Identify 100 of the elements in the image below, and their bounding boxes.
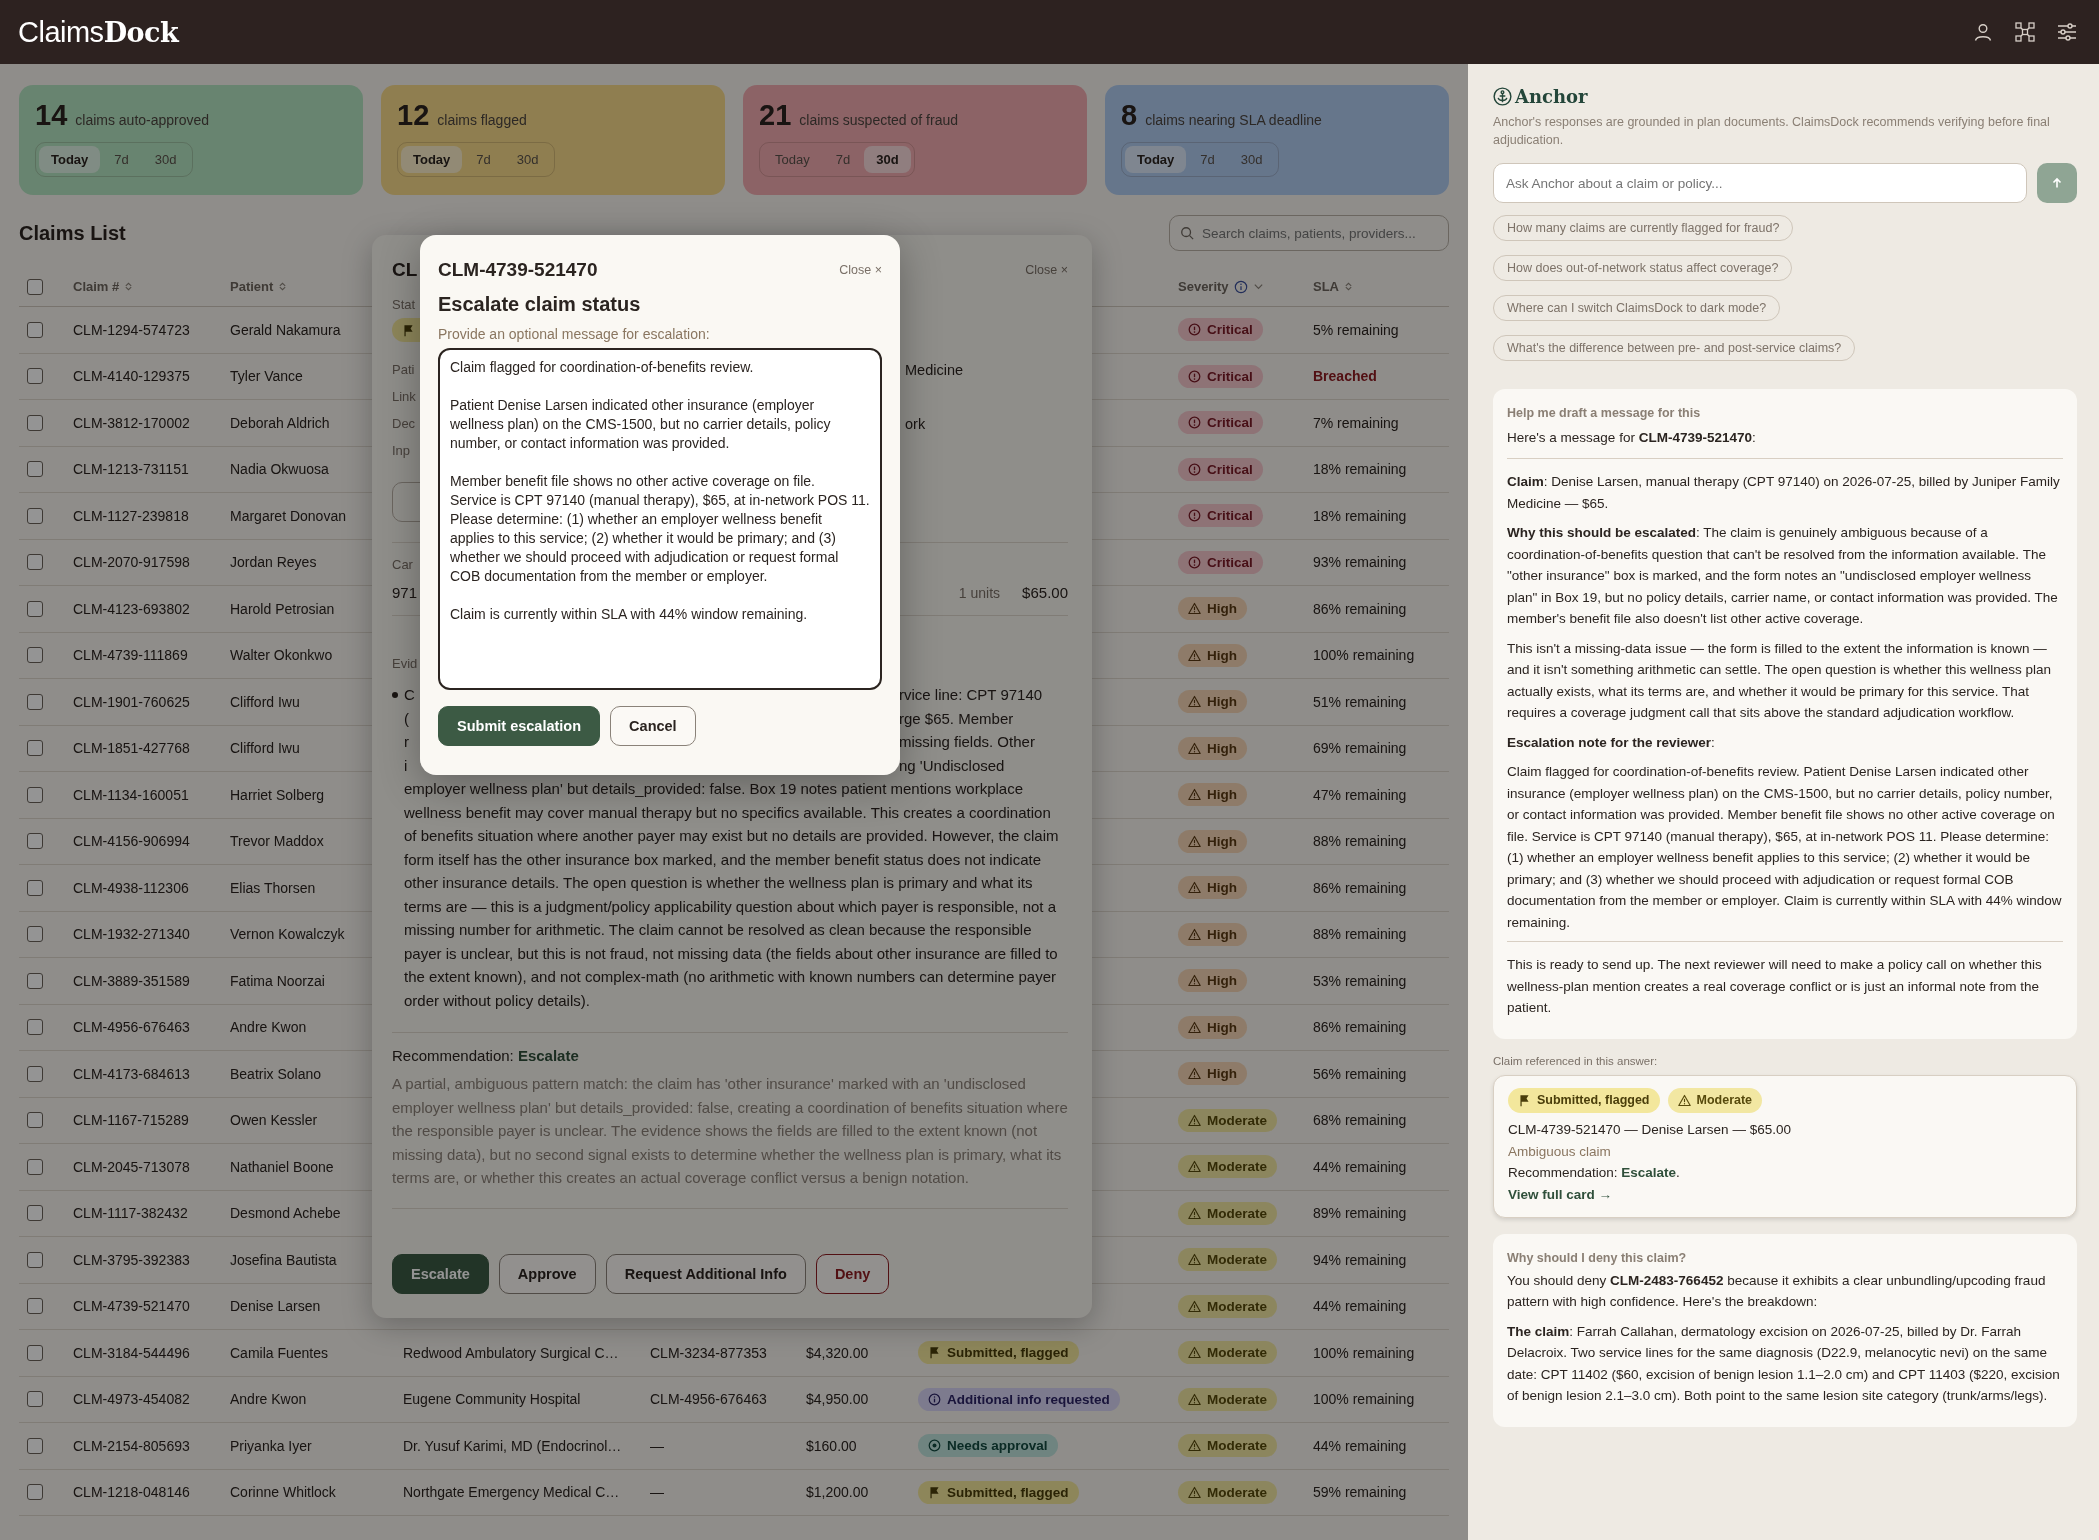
row-checkbox[interactable] xyxy=(27,1391,43,1408)
column-header[interactable]: Claim # xyxy=(73,279,120,294)
close-link[interactable]: Close × xyxy=(839,263,882,277)
arrow-up-icon xyxy=(2051,177,2063,189)
dialog-button[interactable]: Submit escalation xyxy=(438,706,601,746)
row-checkbox[interactable] xyxy=(27,1158,43,1175)
row-checkbox[interactable] xyxy=(27,321,43,338)
warning-icon xyxy=(1188,834,1201,848)
close-link[interactable]: Close × xyxy=(1025,263,1068,277)
row-checkbox[interactable] xyxy=(27,461,43,478)
action-button[interactable]: Approve xyxy=(498,1254,596,1294)
evidence-text: r xyxy=(404,732,409,752)
row-checkbox[interactable] xyxy=(27,1112,43,1129)
row-checkbox[interactable] xyxy=(27,507,43,524)
range-tab[interactable]: 30d xyxy=(142,146,189,173)
evidence-text: ng 'Undisclosed xyxy=(899,755,1005,776)
search-field[interactable]: Search claims, patients, providers... xyxy=(1169,215,1449,251)
row-checkbox[interactable] xyxy=(27,786,43,803)
row-checkbox[interactable] xyxy=(27,554,43,571)
sort-icon[interactable] xyxy=(278,282,288,291)
badge-label: Submitted, flagged xyxy=(947,1484,1069,1500)
row-checkbox[interactable] xyxy=(27,1251,43,1268)
row-checkbox[interactable] xyxy=(27,1019,43,1036)
sla-status: 18% remaining xyxy=(1313,507,1407,524)
row-checkbox[interactable] xyxy=(27,693,43,710)
answer-text: Here's a message for CLM-4739-521470: xyxy=(1507,428,1757,447)
field-label: Pati xyxy=(392,362,415,377)
app-logo[interactable]: ClaimsDock xyxy=(18,15,179,49)
row-checkbox[interactable] xyxy=(27,1484,43,1501)
sla-status: 59% remaining xyxy=(1313,1484,1407,1501)
patient-name: Trevor Maddox xyxy=(230,833,324,850)
message-field[interactable]: Claim flagged for coordination-of-benefits review. Patient Denise Larsen indicated other insurance (employer wellness plan) on the CMS-1500, but no carrier details, policy number, or contact information was provided. Member benefit file shows no other active coverage on file. Service is CPT 97140 (manual therapy), $65, at in-network POS 11. Please determine: (1) whether an employer wellness benefit applies to this service; (2) whether it would be primary; and (3) whether we should proceed with adjudication or request formal COB documentation from the member or employer. Claim is currently within SLA with 44% window remaining. xyxy=(438,348,882,690)
warning-icon xyxy=(1188,602,1201,616)
action-button[interactable]: Escalate xyxy=(392,1254,489,1294)
sliders-icon[interactable] xyxy=(2057,22,2077,42)
ask-field[interactable]: Ask Anchor about a claim or policy... xyxy=(1493,163,2027,203)
row-checkbox[interactable] xyxy=(27,879,43,896)
info-icon[interactable] xyxy=(1233,279,1248,294)
patient-name: Jordan Reyes xyxy=(230,554,317,571)
row-checkbox[interactable] xyxy=(27,1065,43,1082)
range-tab[interactable]: 7d xyxy=(464,146,503,173)
badge-label: Moderate xyxy=(1207,1252,1267,1268)
claim-amount: $1,200.00 xyxy=(806,1484,869,1501)
column-header[interactable]: Severity xyxy=(1178,279,1229,294)
range-tab[interactable]: 30d xyxy=(1228,146,1275,173)
network-icon[interactable] xyxy=(2015,22,2035,42)
row-checkbox[interactable] xyxy=(27,414,43,431)
action-button[interactable]: Deny xyxy=(815,1254,890,1294)
claim-number: CLM-4173-684613 xyxy=(73,1065,190,1082)
patient-name: Clifford Iwu xyxy=(230,740,300,757)
sort-icon[interactable] xyxy=(1344,282,1353,291)
row-checkbox[interactable] xyxy=(27,740,43,757)
answer-text: Escalation note for the reviewer: xyxy=(1507,733,1716,752)
patient-name: Camila Fuentes xyxy=(230,1344,329,1361)
select-all-checkbox[interactable] xyxy=(27,278,43,295)
patient-name: Beatrix Solano xyxy=(230,1065,322,1082)
range-tab[interactable]: 7d xyxy=(102,146,141,173)
sort-icon[interactable] xyxy=(124,282,134,291)
dialog-button[interactable]: Cancel xyxy=(610,706,696,746)
question-text: Why should I deny this claim? xyxy=(1507,1250,1688,1267)
row-checkbox[interactable] xyxy=(27,1437,43,1454)
sla-status: 86% remaining xyxy=(1313,879,1407,896)
send-button[interactable] xyxy=(2037,163,2077,203)
row-checkbox[interactable] xyxy=(27,833,43,850)
range-tab[interactable]: Today xyxy=(763,146,822,173)
range-tab[interactable]: 7d xyxy=(823,146,863,173)
badge-label: Moderate xyxy=(1207,1438,1267,1454)
alert-circle-icon xyxy=(1188,509,1201,523)
view-card-link[interactable]: View full card → xyxy=(1508,1186,1613,1202)
badge-label: Submitted, flagged xyxy=(1537,1091,1650,1109)
user-icon[interactable] xyxy=(1973,22,1993,42)
action-button[interactable]: Request Additional Info xyxy=(605,1254,806,1294)
badge-label: Critical xyxy=(1207,322,1253,338)
field-value: Medicine xyxy=(905,361,964,378)
badge-label: Additional info requested xyxy=(947,1391,1110,1407)
row-checkbox[interactable] xyxy=(27,926,43,943)
row-checkbox[interactable] xyxy=(27,647,43,664)
section-label: Evid xyxy=(392,656,418,671)
patient-name: Elias Thorsen xyxy=(230,879,316,896)
sla-status: 7% remaining xyxy=(1313,414,1399,431)
column-header[interactable]: SLA xyxy=(1313,279,1339,294)
range-tab[interactable]: 7d xyxy=(1188,146,1227,173)
row-checkbox[interactable] xyxy=(27,1344,43,1361)
warning-icon xyxy=(1188,695,1201,709)
row-checkbox[interactable] xyxy=(27,1205,43,1222)
badge-label: Moderate xyxy=(1207,1112,1267,1128)
row-checkbox[interactable] xyxy=(27,972,43,989)
badge-label: Submitted, flagged xyxy=(947,1345,1069,1361)
warning-icon xyxy=(1188,1160,1201,1174)
anchor-icon xyxy=(1493,87,1512,106)
row-checkbox[interactable] xyxy=(27,1298,43,1315)
assistant-title: Anchor xyxy=(1515,86,1588,107)
badge-label: High xyxy=(1207,647,1237,663)
range-tab[interactable]: 30d xyxy=(504,146,551,173)
chevron-down-icon[interactable] xyxy=(1252,281,1264,292)
column-header[interactable]: Patient xyxy=(230,279,274,294)
provider-name: Redwood Ambulatory Surgical C… xyxy=(403,1344,619,1361)
row-checkbox[interactable] xyxy=(27,600,43,617)
badge-label: High xyxy=(1207,833,1237,849)
row-checkbox[interactable] xyxy=(27,368,43,385)
